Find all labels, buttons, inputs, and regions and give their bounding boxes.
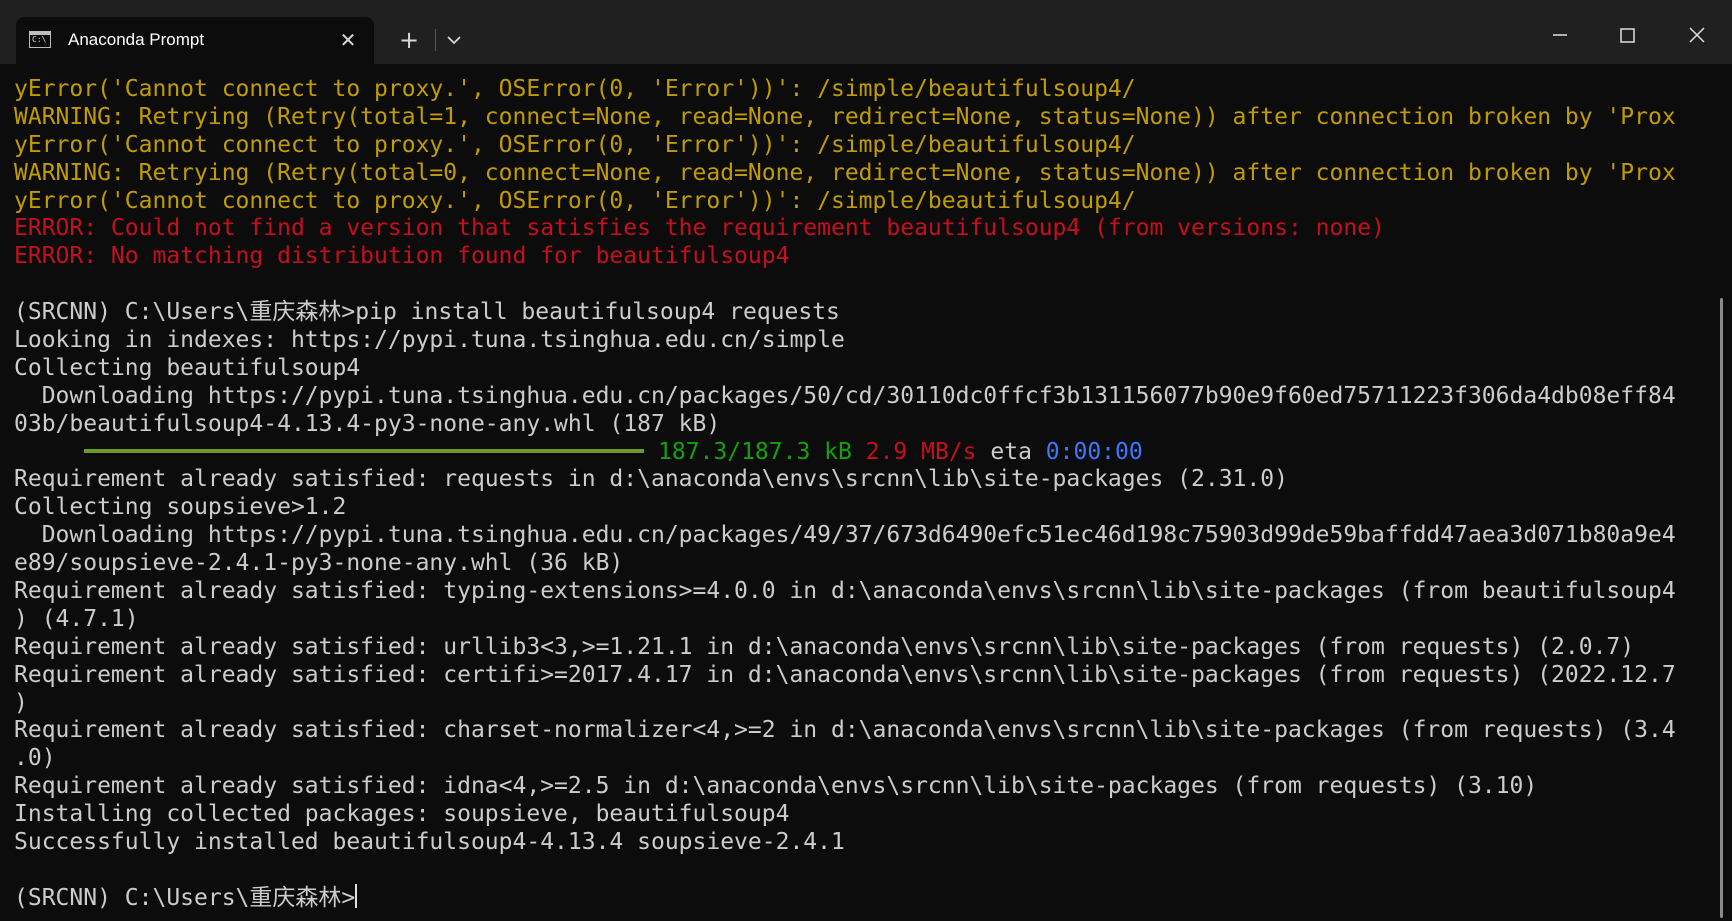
maximize-button[interactable] [1604, 14, 1650, 58]
tab-title: Anaconda Prompt [68, 30, 205, 49]
progress-eta: 0:00:00 [1045, 438, 1143, 465]
terminal-line: Successfully installed beautifulsoup4-4.… [14, 829, 845, 856]
terminal-line: ) [14, 689, 28, 716]
terminal-line: Collecting beautifulsoup4 [14, 354, 361, 381]
terminal-line: WARNING: Retrying (Retry(total=1, connec… [14, 103, 1676, 130]
progress-size: 187.3/187.3 kB [658, 438, 852, 465]
minimize-button[interactable] [1536, 14, 1582, 58]
close-icon[interactable]: ✕ [335, 27, 361, 53]
terminal-lines: yError('Cannot connect to proxy.', OSErr… [14, 75, 1704, 912]
scrollbar[interactable] [1720, 298, 1723, 918]
progress-bar [84, 449, 644, 454]
close-icon [1689, 27, 1705, 43]
terminal-line: yError('Cannot connect to proxy.', OSErr… [14, 187, 1136, 214]
prompt-line[interactable]: (SRCNN) C:\Users\重庆森林> [14, 884, 1704, 912]
terminal-line: Downloading https://pypi.tuna.tsinghua.e… [14, 522, 1676, 549]
tab-anaconda-prompt[interactable]: C:\ Anaconda Prompt ✕ [16, 17, 374, 64]
terminal-line: Requirement already satisfied: idna<4,>=… [14, 773, 1538, 800]
terminal-line: WARNING: Retrying (Retry(total=0, connec… [14, 159, 1676, 186]
terminal-line: Looking in indexes: https://pypi.tuna.ts… [14, 327, 845, 354]
progress-eta-label: eta [990, 438, 1032, 465]
terminal-window: C:\ Anaconda Prompt ✕ + yError('Cannot c… [0, 0, 1732, 921]
progress-line: 187.3/187.3 kB 2.9 MB/s eta 0:00:00 [14, 438, 1704, 466]
terminal-icon-prompt: C:\ [32, 35, 47, 44]
terminal-line: Requirement already satisfied: certifi>=… [14, 661, 1676, 688]
terminal-line: ) (4.7.1) [14, 605, 139, 632]
minimize-icon [1553, 34, 1567, 36]
prompt-text: (SRCNN) C:\Users\重庆森林> [14, 884, 356, 911]
progress-speed: 2.9 MB/s [865, 438, 977, 465]
terminal-line: Downloading https://pypi.tuna.tsinghua.e… [14, 382, 1676, 409]
title-bar-divider [435, 29, 436, 51]
terminal-line: ERROR: No matching distribution found fo… [14, 243, 790, 270]
new-tab-button[interactable]: + [391, 24, 427, 56]
terminal-line: Requirement already satisfied: typing-ex… [14, 578, 1676, 605]
terminal-line: Requirement already satisfied: charset-n… [14, 717, 1676, 744]
terminal-line: ERROR: Could not find a version that sat… [14, 215, 1385, 242]
terminal-line: Collecting soupsieve>1.2 [14, 494, 347, 521]
terminal-line: (SRCNN) C:\Users\重庆森林>pip install beauti… [14, 299, 840, 326]
text-cursor [355, 884, 358, 909]
terminal-line: yError('Cannot connect to proxy.', OSErr… [14, 76, 1136, 102]
maximize-icon [1620, 28, 1635, 43]
terminal-icon: C:\ [29, 31, 51, 48]
terminal-line: .0) [14, 745, 56, 772]
terminal-line: Installing collected packages: soupsieve… [14, 801, 790, 828]
terminal-line: 03b/beautifulsoup4-4.13.4-py3-none-any.w… [14, 410, 721, 437]
terminal-line: e89/soupsieve-2.4.1-py3-none-any.whl (36… [14, 550, 624, 577]
terminal-line: yError('Cannot connect to proxy.', OSErr… [14, 131, 1136, 158]
terminal-line: Requirement already satisfied: urllib3<3… [14, 633, 1635, 660]
terminal-line: Requirement already satisfied: requests … [14, 466, 1288, 493]
close-window-button[interactable] [1674, 14, 1720, 58]
chevron-down-icon[interactable] [440, 26, 468, 54]
title-bar: C:\ Anaconda Prompt ✕ + [0, 0, 1732, 64]
terminal-output[interactable]: yError('Cannot connect to proxy.', OSErr… [0, 64, 1732, 921]
